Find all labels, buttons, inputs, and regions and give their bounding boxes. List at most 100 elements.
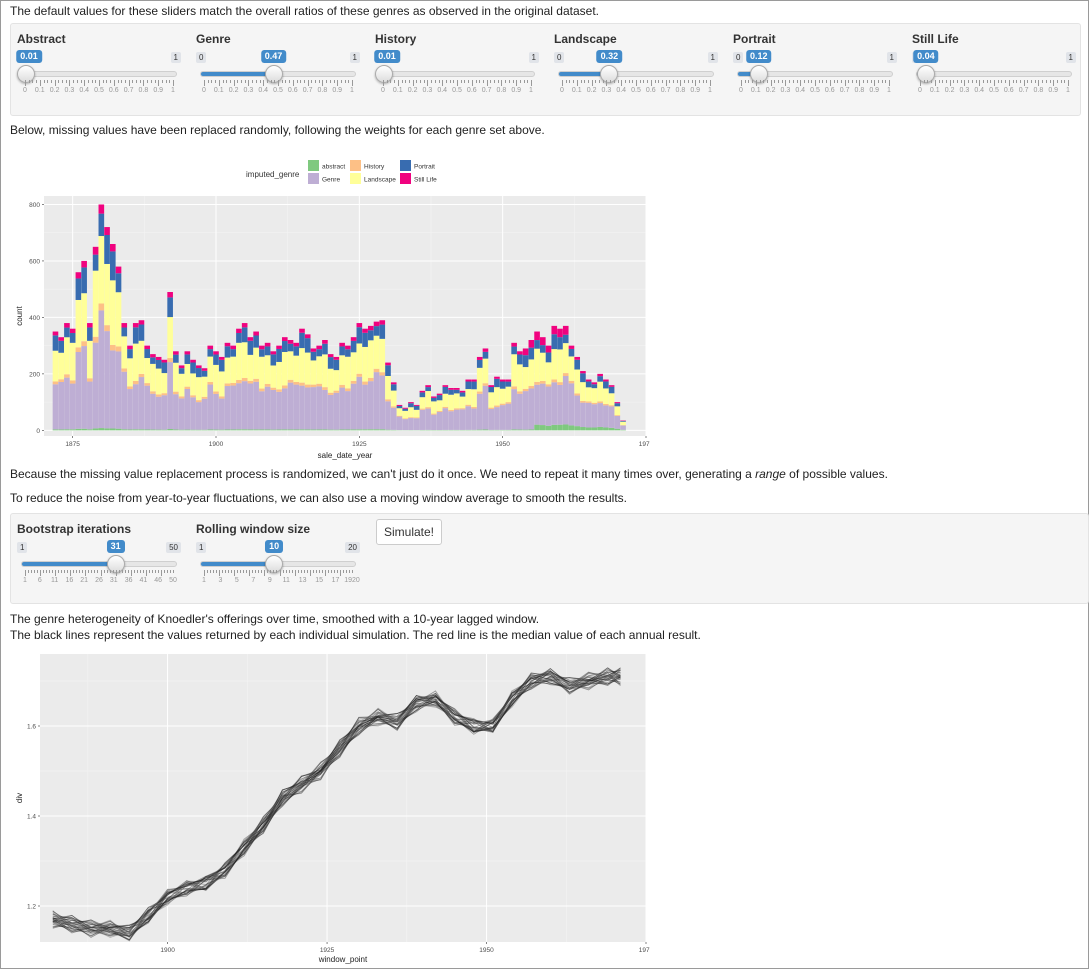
slider-tick	[315, 80, 316, 83]
slider-track[interactable]	[21, 561, 177, 567]
slider-tick	[244, 80, 246, 83]
slider-track[interactable]	[379, 71, 535, 77]
bar-segment-landscape	[385, 375, 391, 400]
bar-segment-landscape	[236, 342, 242, 380]
bar-segment-still_life	[597, 373, 603, 377]
bar-segment-genre	[390, 407, 397, 430]
bar-segment-genre	[270, 389, 277, 430]
bar-segment-abstract	[568, 425, 575, 431]
bar-segment-history	[465, 404, 472, 407]
bar-segment-history	[178, 396, 185, 399]
bar-segment-still_life	[356, 323, 363, 328]
slider-tick-label: 0.2	[765, 87, 776, 94]
bar-segment-portrait	[213, 354, 219, 365]
slider-ticks	[562, 80, 711, 86]
slider-tick	[602, 80, 604, 83]
bar-segment-abstract	[310, 429, 317, 431]
bar-segment-history	[603, 403, 609, 406]
slider-ticks	[741, 80, 890, 86]
slider-tick	[270, 80, 272, 83]
slider-tick-label: 0.1	[34, 87, 45, 94]
slider-tick	[139, 570, 141, 573]
slider-tick	[219, 570, 221, 576]
bar-segment-portrait	[574, 359, 581, 370]
bar-segment-history	[448, 409, 454, 412]
bar-segment-genre	[109, 350, 116, 429]
bar-segment-landscape	[259, 356, 265, 389]
bar-segment-history	[396, 415, 403, 417]
slider-tick	[457, 80, 458, 86]
bar-segment-still_life	[603, 379, 609, 382]
bar-segment-portrait	[87, 327, 93, 341]
bar-segment-abstract	[545, 425, 552, 431]
slider-tick	[285, 570, 287, 573]
bar-segment-still_life	[52, 331, 59, 336]
bar-segment-portrait	[304, 338, 311, 353]
slider-tick	[684, 80, 686, 83]
slider-tick	[151, 570, 153, 573]
slider-tick	[990, 80, 992, 83]
bar-segment-abstract	[276, 429, 282, 431]
legend-label-genre: Genre	[322, 177, 340, 184]
bar-segment-landscape	[241, 342, 248, 378]
slider-tick	[386, 80, 388, 83]
bar-segment-still_life	[465, 379, 472, 382]
bar-segment-still_life	[310, 348, 317, 352]
bar-segment-portrait	[224, 346, 231, 358]
bar-segment-portrait	[476, 359, 483, 368]
slider-tick	[303, 570, 305, 573]
slider-max: 1	[170, 52, 181, 63]
bar-segment-history	[597, 401, 603, 404]
slider-tick	[207, 80, 209, 83]
bar-segment-landscape	[482, 358, 489, 384]
slider-label: History	[375, 32, 417, 46]
slider-tick-label: 50	[169, 577, 177, 584]
slider-tick	[964, 80, 966, 86]
bar-segment-still_life	[264, 342, 271, 347]
bar-segment-history	[121, 368, 128, 372]
slider-track[interactable]	[916, 71, 1072, 77]
slider-tick	[818, 80, 820, 83]
bar-segment-genre	[471, 408, 477, 430]
slider-value: 31	[106, 540, 125, 553]
slider-ticks	[920, 80, 1069, 86]
bar-segment-genre	[528, 388, 535, 430]
slider-tick	[266, 80, 268, 83]
slider-tick	[52, 570, 54, 573]
bar-segment-abstract	[207, 429, 214, 431]
slider-tick	[449, 80, 451, 83]
bar-segment-genre	[482, 385, 489, 430]
bar-segment-portrait	[408, 403, 414, 408]
slider-tick	[352, 570, 353, 573]
simulate-button[interactable]: Simulate!	[376, 519, 442, 545]
stacked-bar-chart: imputed_genre abstract Genre History Landsca…	[15, 160, 650, 460]
slider-tick	[246, 570, 248, 573]
bar-segment-landscape	[488, 392, 495, 408]
slider-track[interactable]	[558, 71, 714, 77]
slider-tick	[397, 80, 399, 86]
bar-segment-abstract	[201, 429, 208, 431]
bar-segment-history	[350, 380, 357, 384]
slider-max: 1	[707, 52, 718, 63]
bar-segment-genre	[453, 409, 460, 430]
slider-track[interactable]	[21, 71, 177, 77]
slider-label: Landscape	[554, 32, 617, 46]
slider-tick	[815, 80, 816, 86]
bar-segment-history	[608, 405, 615, 407]
slider-tick-label: 1	[887, 87, 891, 94]
bar-segment-portrait	[207, 349, 214, 357]
bar-segment-history	[58, 379, 65, 383]
bar-segment-history	[379, 372, 386, 376]
slider-value: 0.01	[374, 50, 400, 63]
bar-segment-still_life	[104, 227, 110, 236]
slider-tick	[706, 80, 708, 83]
bar-segment-genre	[58, 382, 65, 430]
slider-tick	[73, 570, 75, 573]
slider-tick	[829, 80, 831, 86]
slider-tick	[264, 570, 266, 576]
slider-tick	[833, 80, 835, 83]
bar-segment-history	[190, 395, 196, 398]
bar-segment-abstract	[517, 429, 523, 431]
slider-tick	[920, 80, 921, 86]
bar-segment-genre	[173, 394, 179, 430]
